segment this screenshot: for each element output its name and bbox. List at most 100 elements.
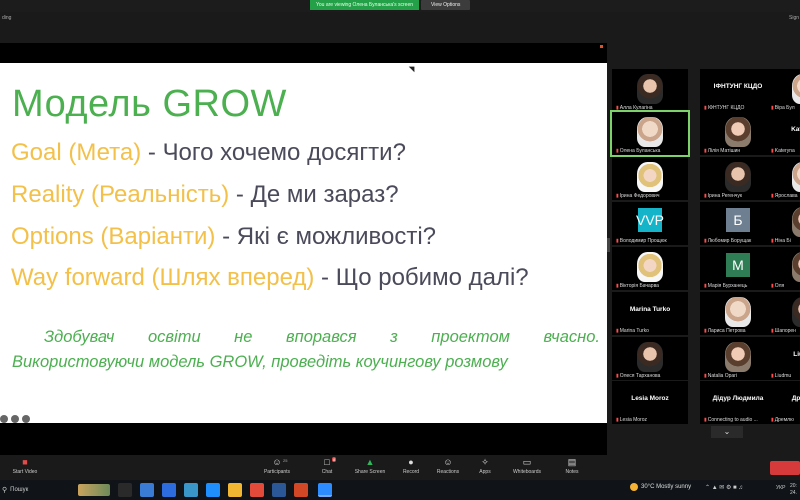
view-options-button[interactable]: View Options bbox=[421, 0, 471, 10]
prev-slide-icon[interactable] bbox=[0, 415, 8, 423]
participant-tile[interactable]: ▮Natalia Opari bbox=[700, 337, 776, 380]
clock[interactable]: 20: 24. bbox=[790, 483, 797, 497]
participant-tile[interactable]: Kateryna▮Kateryna bbox=[767, 112, 800, 155]
participant-name: Natalia Opari bbox=[707, 373, 737, 379]
participant-tile[interactable]: Дідур Людмила ▮Connecting to audio ... bbox=[700, 381, 776, 424]
system-tray[interactable]: ⌃ ▲ ✉ ⚙ ■ ♫ bbox=[705, 484, 743, 491]
participant-name: Marina Turko bbox=[619, 328, 649, 334]
shared-screen-frame-top bbox=[0, 43, 607, 63]
participant-avatar: Б bbox=[726, 208, 750, 232]
screen-share-banner: You are viewing Олена Буланська's screen… bbox=[310, 0, 471, 10]
participant-name-label: ▮Liudmu bbox=[769, 373, 794, 379]
browser-icon[interactable] bbox=[206, 483, 220, 497]
notes-icon: ▤ bbox=[567, 457, 577, 467]
edge-icon[interactable] bbox=[140, 483, 154, 497]
next-slide-icon[interactable] bbox=[22, 415, 30, 423]
participant-name: Любомир Борущак bbox=[707, 238, 752, 244]
participant-tile[interactable]: Дремлю▮Дремлю bbox=[767, 381, 800, 424]
close-icon[interactable] bbox=[600, 45, 603, 48]
participant-name: Лариса Петрова bbox=[707, 328, 746, 334]
muted-mic-icon: ▮ bbox=[771, 193, 774, 199]
shared-screen-frame-bottom bbox=[0, 423, 607, 455]
participant-tile[interactable]: Liudmu ▮Liudmu bbox=[767, 337, 800, 380]
mail-icon[interactable] bbox=[184, 483, 198, 497]
taskbar-search[interactable]: ⚲ Пошук bbox=[0, 483, 112, 497]
participant-tile[interactable]: ▮Ніна Бі bbox=[767, 202, 800, 245]
participant-name: Володимир Прощюк bbox=[619, 238, 667, 244]
participant-tile[interactable]: ▮Ірина Федорович bbox=[612, 157, 688, 200]
participant-tile[interactable]: ▮Лариса Петрова bbox=[700, 292, 776, 335]
participant-tile[interactable]: ▮Олеся Тарханова bbox=[612, 337, 688, 380]
participant-tile[interactable]: ▮Алла Кулагіна bbox=[612, 69, 688, 112]
start-video-button[interactable]: ■ Start Video bbox=[0, 457, 50, 475]
participant-tile[interactable]: Lesia Moroz ▮Lesia Moroz bbox=[612, 381, 688, 424]
participant-name: Олена Буланська bbox=[619, 148, 661, 154]
participant-tile[interactable]: VVP ▮Володимир Прощюк bbox=[612, 202, 688, 245]
end-meeting-button[interactable] bbox=[770, 461, 800, 475]
store-icon[interactable] bbox=[162, 483, 176, 497]
grow-line-reality: Reality (Реальність) - Де ми зараз? bbox=[11, 181, 399, 208]
participant-tile[interactable]: ІФНТУНГ КЦДО ▮ІФНТУНГ КЦДО bbox=[700, 69, 776, 112]
record-icon: ● bbox=[408, 457, 414, 467]
powerpoint-icon[interactable] bbox=[294, 483, 308, 497]
participant-video bbox=[792, 207, 800, 237]
participant-tile[interactable]: ▮Віра Бул bbox=[767, 69, 800, 112]
muted-mic-icon: ▮ bbox=[771, 105, 774, 111]
video-off-icon: ■ bbox=[22, 457, 28, 467]
participant-name: Kateryna bbox=[774, 148, 795, 154]
muted-mic-icon: ▮ bbox=[704, 328, 707, 334]
participant-display-name: Liudmu bbox=[793, 351, 800, 358]
sign-label[interactable]: Sign bbox=[789, 15, 799, 21]
file-explorer-icon[interactable] bbox=[228, 483, 242, 497]
word-icon[interactable] bbox=[272, 483, 286, 497]
participants-button[interactable]: ☺ 25 Participants bbox=[252, 457, 302, 475]
notes-button[interactable]: ▤ Notes bbox=[547, 457, 597, 475]
share-screen-icon: ▲ bbox=[365, 457, 375, 467]
language-indicator[interactable]: УКР bbox=[776, 485, 785, 491]
participant-name-label: ▮ІФНТУНГ КЦДО bbox=[702, 105, 747, 111]
panel-splitter[interactable] bbox=[607, 238, 610, 252]
muted-mic-icon: ▮ bbox=[616, 417, 619, 423]
participant-name-label: ▮Алла Кулагіна bbox=[614, 105, 655, 111]
participant-name: ІФНТУНГ КЦДО bbox=[707, 105, 745, 111]
participant-name-label: ▮Natalia Opari bbox=[702, 373, 739, 379]
gallery-next-page-button[interactable]: ⌄ bbox=[711, 426, 743, 438]
sun-icon bbox=[630, 483, 638, 491]
participant-video bbox=[792, 74, 800, 104]
participant-tile[interactable]: ▮Оля bbox=[767, 247, 800, 290]
participant-name: Алла Кулагіна bbox=[619, 105, 653, 111]
zoom-icon[interactable] bbox=[318, 483, 332, 497]
participant-tile[interactable]: ▮Олена Буланська bbox=[610, 110, 690, 157]
participant-display-name: Дремлю bbox=[791, 395, 800, 402]
pen-icon[interactable] bbox=[11, 415, 19, 423]
participant-video bbox=[792, 252, 800, 282]
participant-name: Lesia Moroz bbox=[619, 417, 647, 423]
weather-widget[interactable]: 30°C Mostly sunny bbox=[630, 483, 691, 491]
participant-tile[interactable]: M ▮Марія Бурханець bbox=[700, 247, 776, 290]
participant-name-label: ▮Олена Буланська bbox=[614, 148, 663, 154]
participant-name: Оля bbox=[774, 283, 785, 289]
participant-tile[interactable]: ▮Ярослава bbox=[767, 157, 800, 200]
whiteboards-button[interactable]: ▭ Whiteboards bbox=[502, 457, 552, 475]
participant-tile[interactable]: ▮Шапорен bbox=[767, 292, 800, 335]
chrome-icon[interactable] bbox=[250, 483, 264, 497]
participant-name-label: ▮Ярослава bbox=[769, 193, 800, 199]
participant-name: Шапорен bbox=[774, 328, 796, 334]
participant-avatar: VVP bbox=[636, 208, 664, 232]
participant-name-label: ▮Kateryna bbox=[769, 148, 797, 154]
participant-tile[interactable]: ▮Лілія Матішин bbox=[700, 112, 776, 155]
participant-tile[interactable]: Marina Turko ▮Marina Turko bbox=[612, 292, 688, 335]
participant-tile[interactable]: Б ▮Любомир Борущак bbox=[700, 202, 776, 245]
task-view-icon[interactable] bbox=[118, 483, 132, 497]
participant-name-label: ▮Лілія Матішин bbox=[702, 148, 743, 154]
participant-name: Ірина Федорович bbox=[619, 193, 660, 199]
participant-tile[interactable]: ▮Вікторія Бачарва bbox=[612, 247, 688, 290]
muted-mic-icon: ▮ bbox=[704, 283, 707, 289]
participant-name-label: ▮Connecting to audio ... bbox=[702, 417, 760, 423]
participant-video bbox=[725, 162, 751, 192]
participant-video bbox=[637, 252, 663, 282]
participants-icon: ☺ bbox=[272, 457, 282, 467]
participant-name: Ірина Регенчук bbox=[707, 193, 743, 199]
participant-tile[interactable]: ▮ Ірина Регенчук bbox=[700, 157, 776, 200]
zoom-window: You are viewing Олена Буланська's screen… bbox=[0, 0, 800, 500]
